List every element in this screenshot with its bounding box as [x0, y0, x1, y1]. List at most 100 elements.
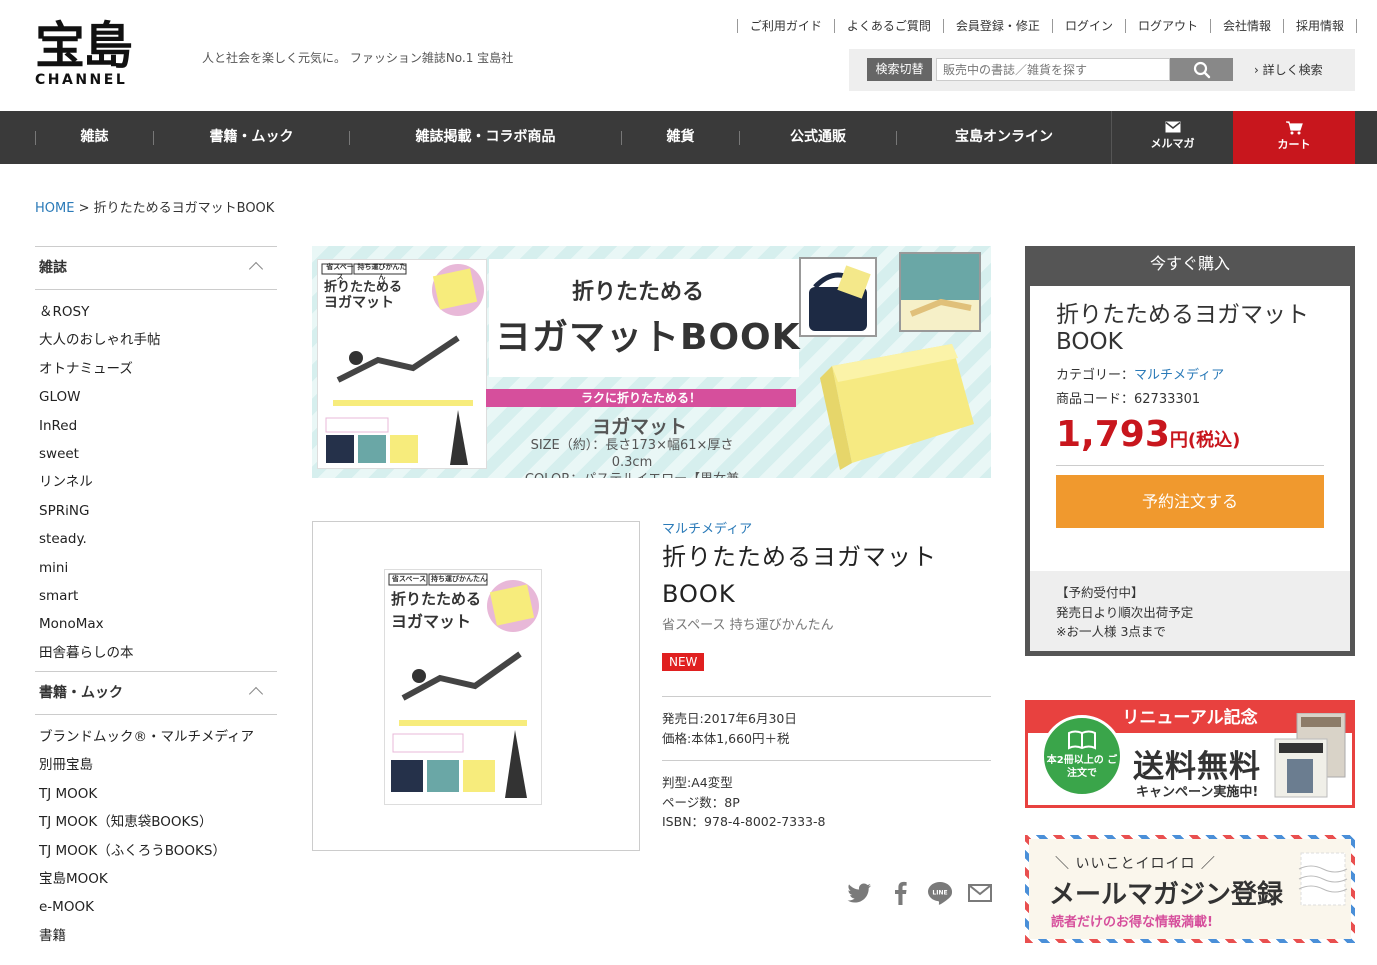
divider: [662, 760, 991, 761]
sidebar-item[interactable]: GLOW: [39, 383, 277, 411]
product-cover: 省スペース 持ち運びかんたん 折りたためる ヨガマット: [384, 569, 542, 805]
top-link-guide[interactable]: ご利用ガイド: [736, 19, 834, 33]
product-format: 判型:A4変型: [662, 775, 733, 790]
top-link-faq[interactable]: よくあるご質問: [833, 19, 943, 33]
nav-item-books[interactable]: 書籍・ムック: [154, 111, 349, 164]
top-link-company[interactable]: 会社情報: [1209, 19, 1283, 33]
sidebar-item[interactable]: sweet: [39, 440, 277, 468]
divider: [662, 696, 991, 697]
nav-item-takarajima-online[interactable]: 宝島オンライン: [897, 111, 1111, 164]
product-subtitle: 省スペース 持ち運びかんたん: [662, 618, 834, 633]
sidebar-item[interactable]: e-MOOK: [39, 893, 277, 921]
advanced-search-link[interactable]: › 詳しく検索: [1254, 61, 1323, 78]
promo-free-shipping: 送料無料: [1133, 749, 1261, 785]
sidebar-item[interactable]: 別冊宝島: [39, 751, 277, 779]
promo-circle: 本2冊以上の ご注文で: [1041, 715, 1123, 797]
promo-condition: 本2冊以上の ご注文で: [1046, 755, 1118, 779]
magazines-image: [1274, 713, 1346, 798]
cover-tag-space: 省スペース: [391, 575, 427, 583]
category-link[interactable]: マルチメディア: [1134, 368, 1224, 383]
line-icon[interactable]: LINE: [927, 880, 953, 906]
buy-box-price: 1,793円(税込): [1056, 414, 1324, 455]
product-info: マルチメディア 折りたためるヨガマットBOOK 省スペース 持ち運びかんたん N…: [662, 518, 991, 832]
site-tagline: 人と社会を楽しく元気に。 ファッション雑誌No.1 宝島社: [202, 51, 514, 65]
banner-spec: SIZE（約）：長さ173×幅61×厚さ0.3cm COLOR：パステルイエロー…: [522, 437, 742, 478]
sidebar-heading-magazines[interactable]: 雑誌: [35, 246, 277, 290]
sidebar-item[interactable]: TJ MOOK（ふくろうBOOKS）: [39, 837, 277, 865]
banner-color: COLOR：パステルイエロー【男女兼用】: [522, 471, 742, 478]
search-input[interactable]: [936, 58, 1170, 81]
sidebar-heading-label: 書籍・ムック: [39, 685, 123, 702]
top-link-logout[interactable]: ログアウト: [1124, 19, 1210, 33]
banner-size: SIZE（約）：長さ173×幅61×厚さ0.3cm: [530, 438, 734, 470]
nav-item-goods[interactable]: 雑貨: [622, 111, 739, 164]
top-link-register[interactable]: 会員登録・修正: [942, 19, 1052, 33]
product-code: 商品コード：62733301: [1056, 392, 1201, 407]
cover-title-line2: ヨガマット: [324, 295, 394, 311]
banner-mat-image: [899, 252, 981, 332]
search-button[interactable]: [1170, 58, 1233, 81]
nav-item-magazines[interactable]: 雑誌: [36, 111, 153, 164]
email-share-icon[interactable]: [967, 880, 993, 906]
nav-item-collab[interactable]: 雑誌掲載・コラボ商品: [350, 111, 621, 164]
sidebar-item[interactable]: smart: [39, 582, 277, 610]
cover-tag-portable: 持ち運びかんたん: [431, 575, 487, 583]
banner-bag-image: [799, 257, 877, 337]
breadcrumb-separator: >: [74, 201, 94, 216]
sidebar-item[interactable]: 書籍: [39, 922, 277, 950]
sidebar-item[interactable]: オトナミューズ: [39, 355, 277, 383]
sidebar-item[interactable]: SPRiNG: [39, 497, 277, 525]
category-label: カテゴリー：: [1056, 368, 1135, 383]
sidebar-item[interactable]: TJ MOOK: [39, 780, 277, 808]
book-icon: [1068, 730, 1096, 750]
sidebar-item[interactable]: ブランドムック®・マルチメディア: [39, 723, 277, 751]
nav-mail-button[interactable]: メルマガ: [1111, 111, 1233, 164]
banner-feature-label: ラクに折りたためる！: [486, 389, 796, 407]
sidebar-item[interactable]: 大人のおしゃれ手帖: [39, 326, 277, 354]
preorder-button[interactable]: 予約注文する: [1056, 475, 1324, 528]
sidebar-item[interactable]: 宝島MOOK: [39, 865, 277, 893]
chevron-up-icon: [248, 261, 264, 277]
product-release-price: 発売日:2017年6月30日 価格:本体1,660円＋税: [662, 709, 991, 748]
release-date: 発売日:2017年6月30日: [662, 711, 797, 726]
promo-mail-title: メールマガジン登録: [1049, 880, 1284, 910]
sidebar-item[interactable]: MonoMax: [39, 610, 277, 638]
sidebar-item[interactable]: mini: [39, 554, 277, 582]
facebook-icon[interactable]: [888, 880, 914, 906]
site-logo[interactable]: 宝島 CHANNEL: [35, 18, 150, 96]
product-image[interactable]: 省スペース 持ち運びかんたん 折りたためる ヨガマット: [312, 521, 640, 851]
sidebar-item[interactable]: 田舎暮らしの本: [39, 639, 277, 667]
sidebar-list-magazines: ＆ROSY 大人のおしゃれ手帖 オトナミューズ GLOW InRed sweet…: [35, 290, 277, 671]
cover-title-line1: 折りたためる: [391, 590, 482, 608]
buy-box: 今すぐ購入 折りたためるヨガマットBOOK カテゴリー：マルチメディア 商品コー…: [1025, 246, 1355, 656]
product-price: 価格:本体1,660円＋税: [662, 730, 790, 746]
breadcrumb-home[interactable]: HOME: [35, 201, 74, 216]
sidebar-item[interactable]: steady.: [39, 525, 277, 553]
top-link-login[interactable]: ログイン: [1051, 19, 1125, 33]
svg-text:LINE: LINE: [932, 890, 947, 897]
sidebar-item[interactable]: リンネル: [39, 468, 277, 496]
sidebar-item[interactable]: InRed: [39, 412, 277, 440]
promo-mail-subtitle: 読者だけのお得な情報満載!: [1051, 915, 1213, 930]
search-icon: [1193, 61, 1210, 78]
sidebar: 雑誌 ＆ROSY 大人のおしゃれ手帖 オトナミューズ GLOW InRed sw…: [35, 246, 277, 954]
sidebar-heading-books[interactable]: 書籍・ムック: [35, 671, 277, 716]
promo-mail-top: ＼ いいことイロイロ ／: [1055, 856, 1216, 872]
sidebar-item[interactable]: TJ MOOK（知恵袋BOOKS）: [39, 808, 277, 836]
free-shipping-banner[interactable]: リニューアル記念 本2冊以上の ご注文で 送料無料 キャンペーン実施中!: [1025, 700, 1355, 808]
nav-mail-label: メルマガ: [1150, 137, 1195, 150]
top-link-recruit[interactable]: 採用情報: [1282, 19, 1357, 33]
sidebar-item[interactable]: ＆ROSY: [39, 298, 277, 326]
new-badge: NEW: [662, 653, 705, 671]
order-note-status: 【予約受付中】: [1056, 585, 1144, 600]
nav-item-official-shop[interactable]: 公式通販: [740, 111, 896, 164]
product-category-link[interactable]: マルチメディア: [662, 518, 991, 537]
banner-cover-image: 省スペース 持ち運びかんたん 折りたためる ヨガマット: [317, 259, 487, 469]
search-bar: 検索切替 › 詳しく検索: [849, 49, 1355, 91]
promo-campaign: キャンペーン実施中!: [1136, 785, 1259, 800]
search-toggle-button[interactable]: 検索切替: [867, 58, 932, 81]
mail-magazine-banner[interactable]: ＼ いいことイロイロ ／ メールマガジン登録 読者だけのお得な情報満載!: [1025, 835, 1355, 943]
banner-title-big: ヨガマットBOOK: [495, 317, 801, 358]
twitter-icon[interactable]: [847, 880, 873, 906]
nav-cart-button[interactable]: カート: [1233, 111, 1355, 164]
